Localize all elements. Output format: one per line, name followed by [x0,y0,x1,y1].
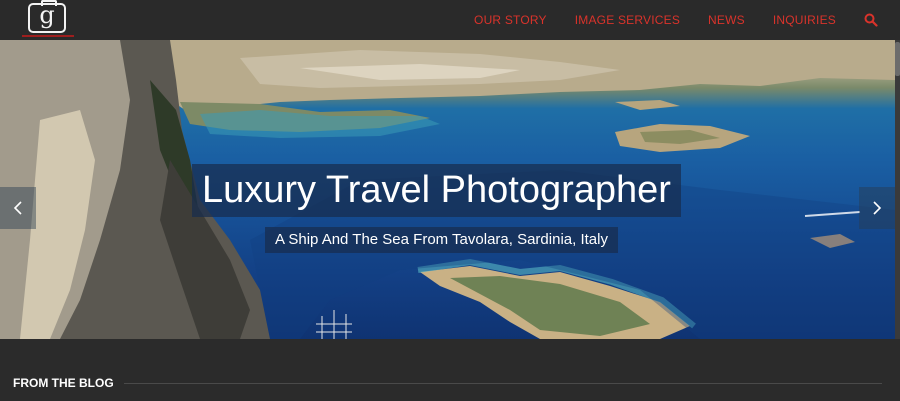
hero-slider: Luxury Travel Photographer A Ship And Th… [0,40,895,339]
search-icon[interactable] [864,13,878,27]
main-nav: OUR STORY IMAGE SERVICES NEWS INQUIRIES [446,0,878,40]
hero-title: Luxury Travel Photographer [192,164,681,217]
camera-logo-icon: g [28,0,66,33]
site-header: g OUR STORY IMAGE SERVICES NEWS INQUIRIE… [0,0,900,40]
page-scrollbar[interactable] [895,40,900,339]
logo-underline [22,35,74,37]
hero-subtitle: A Ship And The Sea From Tavolara, Sardin… [265,227,618,253]
chevron-right-icon [873,201,882,215]
site-logo[interactable]: g [22,0,78,39]
nav-item-our-story[interactable]: OUR STORY [474,13,547,27]
logo-letter: g [39,1,55,29]
scrollbar-thumb[interactable] [895,42,900,76]
nav-item-inquiries[interactable]: INQUIRIES [773,13,836,27]
blog-section: FROM THE BLOG [0,339,895,401]
blog-divider [124,383,882,384]
slider-prev-button[interactable] [0,187,36,229]
chevron-left-icon [13,201,22,215]
nav-item-news[interactable]: NEWS [708,13,745,27]
nav-item-image-services[interactable]: IMAGE SERVICES [575,13,680,27]
blog-heading: FROM THE BLOG [13,376,114,390]
slider-next-button[interactable] [859,187,895,229]
